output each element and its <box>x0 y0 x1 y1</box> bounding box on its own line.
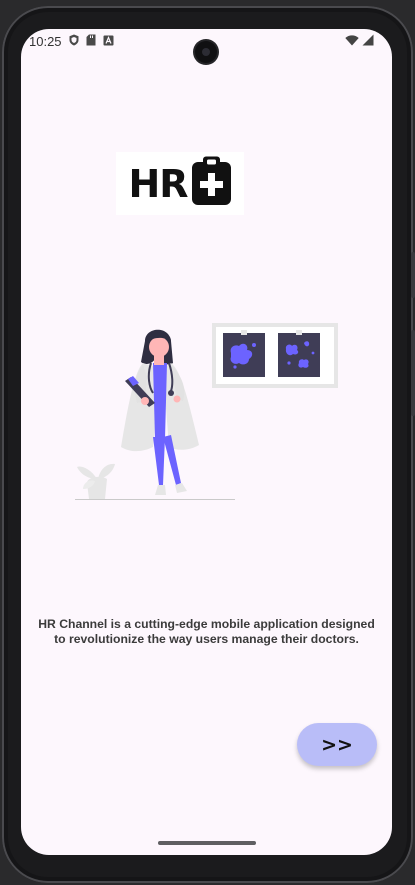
app-logo: HR <box>116 152 244 215</box>
front-camera <box>195 41 217 63</box>
next-button[interactable]: >> <box>297 723 377 766</box>
power-button <box>411 252 415 298</box>
status-left: 10:25 <box>29 34 114 49</box>
cellular-signal-icon <box>362 34 374 49</box>
doctor-illustration <box>73 319 343 504</box>
shield-icon <box>69 34 79 49</box>
text-a-icon <box>103 34 114 49</box>
logo-text: HR <box>128 161 188 206</box>
medical-clipboard-icon <box>191 156 232 211</box>
app-description: HR Channel is a cutting-edge mobile appl… <box>38 617 375 646</box>
home-indicator[interactable] <box>158 841 256 845</box>
status-right <box>345 34 374 49</box>
volume-button <box>411 330 415 416</box>
app-screen: 10:25 HR HR Channel is a cutting-edge mo… <box>21 29 392 855</box>
wifi-icon <box>345 34 359 49</box>
status-time: 10:25 <box>29 33 62 49</box>
sd-card-icon <box>86 34 96 49</box>
